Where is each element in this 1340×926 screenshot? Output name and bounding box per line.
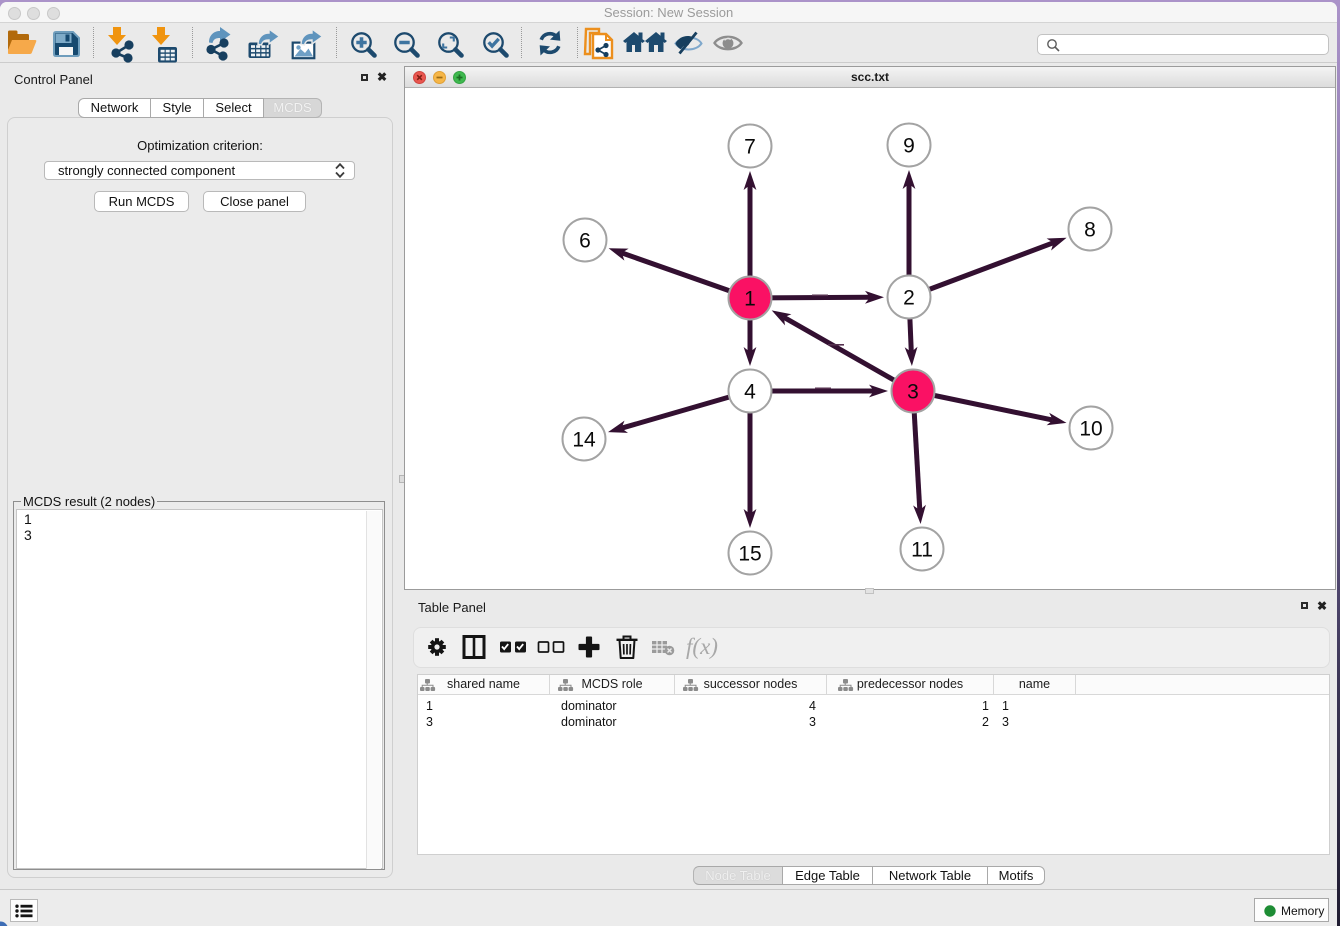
svg-text:f(x): f(x) [686,634,718,659]
svg-text:10: 10 [1079,418,1102,441]
svg-text:6: 6 [579,230,591,253]
svg-text:2: 2 [903,287,915,310]
svg-text:7: 7 [744,136,756,159]
svg-text:4: 4 [744,381,756,404]
svg-text:9: 9 [903,135,915,158]
svg-text:8: 8 [1084,219,1096,242]
svg-text:15: 15 [738,543,761,566]
svg-text:11: 11 [911,539,933,562]
svg-text:14: 14 [572,429,596,452]
svg-text:3: 3 [907,381,919,404]
svg-text:1: 1 [744,288,756,311]
